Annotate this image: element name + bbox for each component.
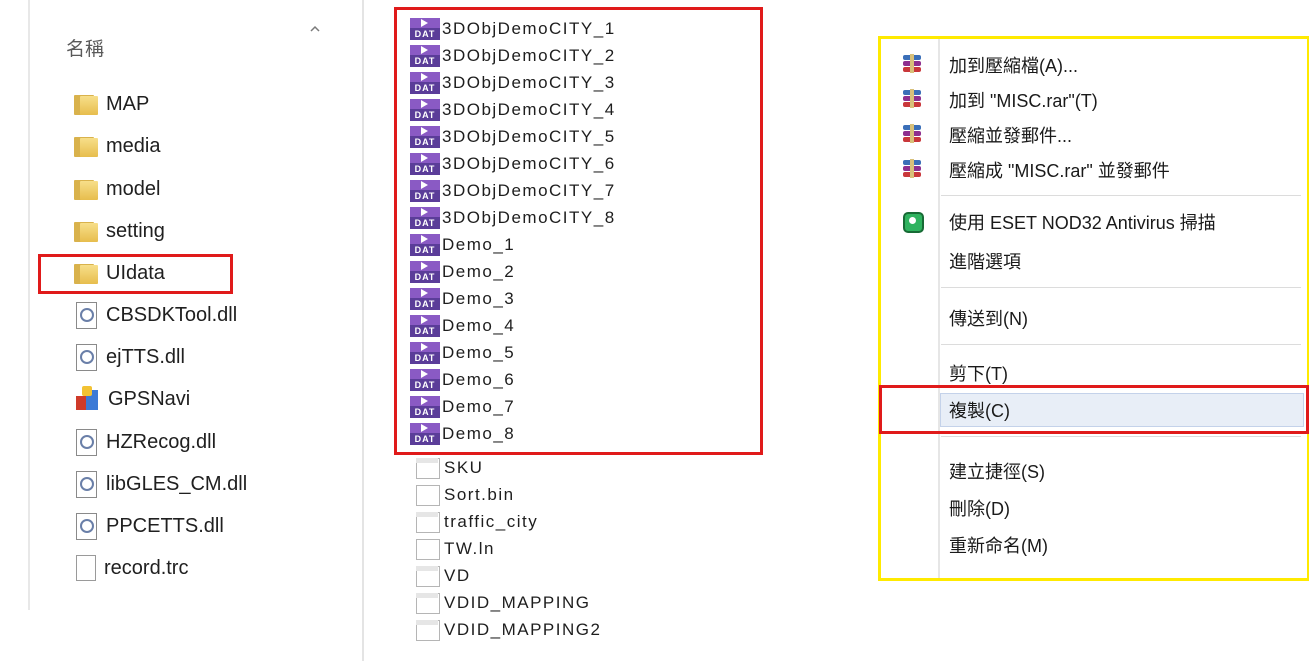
folder-icon [74,178,98,200]
dll-file-icon [74,471,98,498]
generic-file-icon [414,511,440,533]
menu-separator [941,195,1301,196]
menu-item-advanced-options[interactable]: 進階選項 [881,244,1307,278]
file-item-sku[interactable]: SKU [414,454,483,481]
middle-file-list-panel: DAT 3DObjDemoCITY_1 DAT 3DObjDemoCITY_2 DA… [362,0,782,661]
menu-separator [941,436,1301,437]
file-item-vdid-mapping[interactable]: VDID_MAPPING [414,589,590,616]
file-item-ppcetts-dll[interactable]: PPCETTS.dll [74,506,224,546]
generic-file-icon [414,592,440,614]
menu-item-add-to-archive[interactable]: 加到壓縮檔(A)... [881,48,1307,82]
generic-file-icon [414,619,440,641]
file-item-setting[interactable]: setting [74,211,165,251]
file-item-libgles-cm-dll[interactable]: libGLES_CM.dll [74,464,247,504]
left-file-list-panel: 名稱 MAP media model setting UIdata CBSDKT… [0,0,362,661]
menu-item-rename[interactable]: 重新命名(M) [881,528,1307,562]
file-item-hzrecog-dll[interactable]: HZRecog.dll [74,422,216,462]
menu-item-eset-scan[interactable]: 使用 ESET NOD32 Antivirus 掃描 [881,205,1307,239]
file-item-map[interactable]: MAP [74,84,149,124]
dll-file-icon [74,513,98,540]
context-menu: 加到壓縮檔(A)... 加到 "MISC.rar"(T) 壓縮並發郵件... 壓… [878,36,1309,581]
sort-chevron-up-icon [310,25,320,32]
file-item-cbsdktool-dll[interactable]: CBSDKTool.dll [74,295,237,335]
menu-separator [941,344,1301,345]
menu-separator [941,287,1301,288]
generic-file-icon [414,457,440,479]
file-item-gpsnavi[interactable]: GPSNavi [74,379,190,419]
winrar-icon [901,158,923,180]
folder-icon [74,93,98,115]
copy-highlight-box [879,385,1309,434]
file-item-media[interactable]: media [74,126,160,166]
file-item-model[interactable]: model [74,169,160,209]
file-item-ejtts-dll[interactable]: ejTTS.dll [74,337,185,377]
menu-item-add-to-misc-rar[interactable]: 加到 "MISC.rar"(T) [881,83,1307,117]
dat-files-highlight-box [394,7,763,455]
menu-item-delete[interactable]: 刪除(D) [881,491,1307,525]
dll-file-icon [74,344,98,371]
file-icon [74,555,96,581]
generic-file-icon [414,565,440,587]
file-item-vdid-mapping2[interactable]: VDID_MAPPING2 [414,616,601,643]
menu-item-create-shortcut[interactable]: 建立捷徑(S) [881,454,1307,488]
dll-file-icon [74,429,98,456]
file-item-tw-ln[interactable]: TW.ln [414,535,495,562]
generic-file-icon [414,538,440,560]
menu-item-compress-to-misc-rar-and-email[interactable]: 壓縮成 "MISC.rar" 並發郵件 [881,153,1307,187]
uidata-highlight-box [38,254,233,294]
generic-file-icon [414,484,440,506]
file-item-record-trc[interactable]: record.trc [74,548,188,588]
navigation-gutter [28,0,30,610]
dll-file-icon [74,302,98,329]
folder-icon [74,220,98,242]
folder-icon [74,135,98,157]
panel-divider [362,0,364,661]
menu-item-compress-and-email[interactable]: 壓縮並發郵件... [881,118,1307,152]
name-column-header[interactable]: 名稱 [66,34,104,61]
application-icon [74,386,100,412]
file-item-vd[interactable]: VD [414,562,471,589]
winrar-icon [901,53,923,75]
winrar-icon [901,123,923,145]
winrar-icon [901,88,923,110]
file-item-traffic-city[interactable]: traffic_city [414,508,538,535]
menu-item-send-to[interactable]: 傳送到(N) [881,301,1307,335]
eset-icon [901,210,924,233]
file-item-sort-bin[interactable]: Sort.bin [414,481,515,508]
